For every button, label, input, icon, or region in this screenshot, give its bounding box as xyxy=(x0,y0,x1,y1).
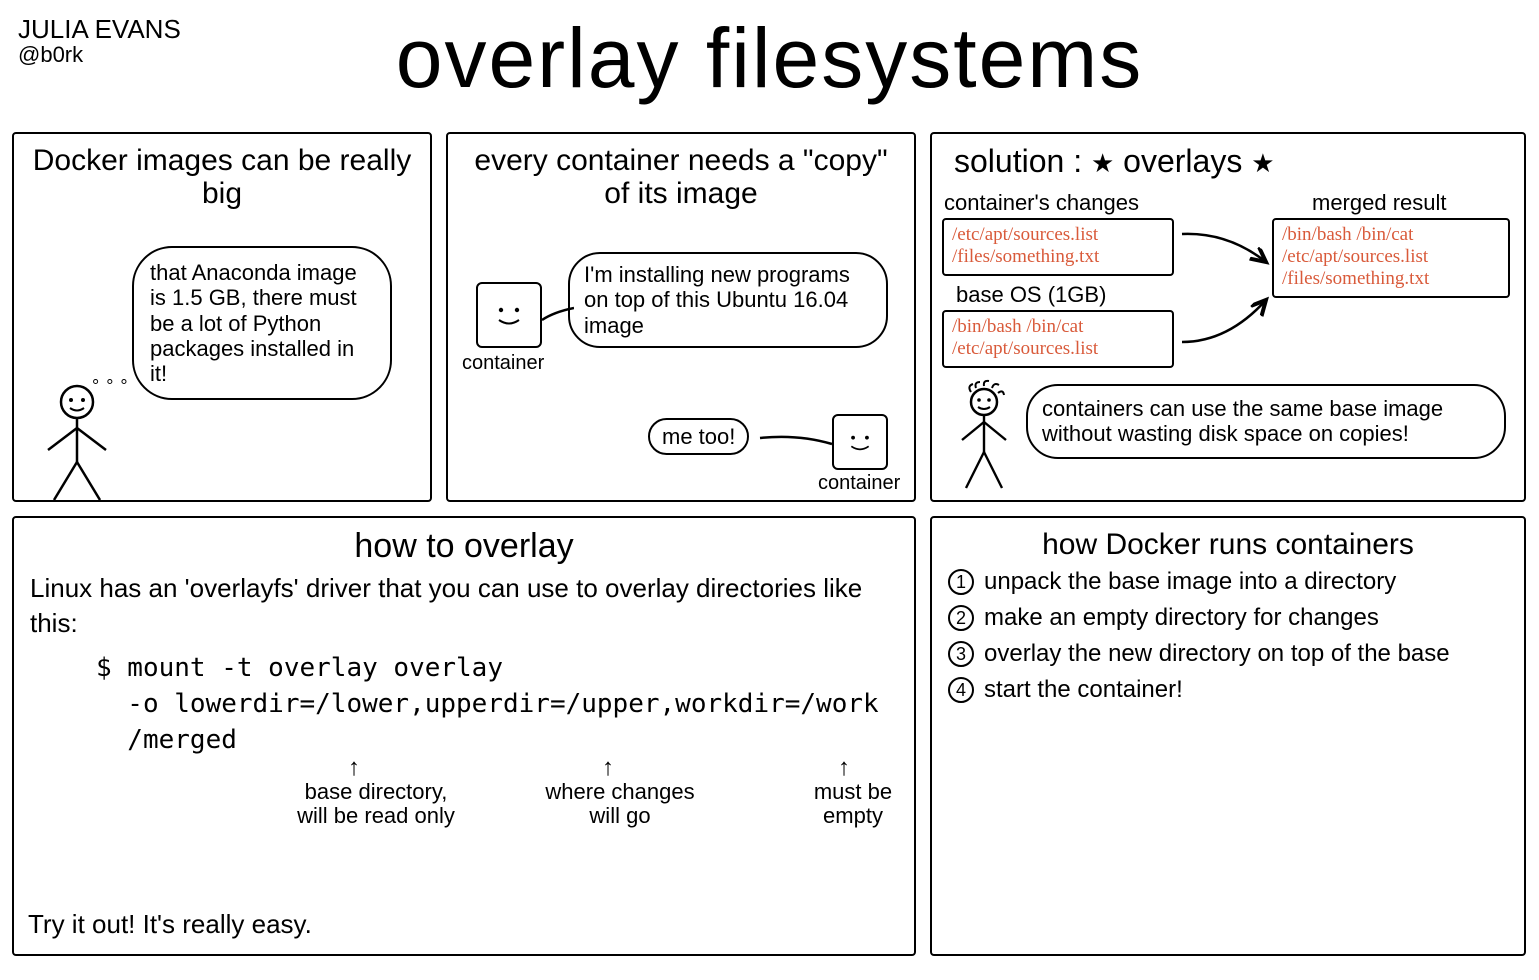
panel3-title-word: overlays xyxy=(1123,143,1242,179)
anno-lowerdir: base directory, will be read only xyxy=(276,780,476,828)
speech-tail-icon xyxy=(758,430,838,454)
star-icon: ★ xyxy=(1091,148,1114,178)
arrow-up-icon: ↑ xyxy=(838,754,850,782)
panel1-title: Docker images can be really big xyxy=(26,144,418,210)
arrow-icon xyxy=(1178,228,1274,278)
container-icon xyxy=(476,282,542,348)
star-icon: ★ xyxy=(1251,148,1274,178)
container-label-1: container xyxy=(462,352,544,375)
anno-upperdir: where changes will go xyxy=(530,780,710,828)
panel2-speech1-text: I'm installing new programs on top of th… xyxy=(584,262,850,338)
step-1: 1 unpack the base image into a directory xyxy=(948,567,1508,597)
panel1-thought-text: that Anaconda image is 1.5 GB, there mus… xyxy=(150,260,357,386)
step-number-icon: 4 xyxy=(948,677,974,703)
panel2-title: every container needs a "copy" of its im… xyxy=(460,144,902,210)
panel5-title: how Docker runs containers xyxy=(944,528,1512,561)
changes-label: container's changes xyxy=(944,190,1139,216)
panel4-title: how to overlay xyxy=(26,528,902,565)
step-number-icon: 3 xyxy=(948,641,974,667)
arrow-icon xyxy=(1178,294,1274,354)
step-number-icon: 2 xyxy=(948,605,974,631)
stick-figure-icon xyxy=(42,384,112,509)
panel3-title-prefix: solution : xyxy=(954,143,1091,179)
panel3-title: solution : ★ overlays ★ xyxy=(944,144,1512,179)
panel4-intro: Linux has an 'overlayfs' driver that you… xyxy=(30,571,898,641)
step-3-text: overlay the new directory on top of the … xyxy=(984,639,1450,669)
step-4-text: start the container! xyxy=(984,675,1183,705)
panel-docker-images-big: Docker images can be really big ° ° ° th… xyxy=(12,132,432,502)
step-2-text: make an empty directory for changes xyxy=(984,603,1379,633)
step-number-icon: 1 xyxy=(948,569,974,595)
container-icon xyxy=(832,414,888,470)
panel-solution-overlays: solution : ★ overlays ★ container's chan… xyxy=(930,132,1526,502)
cmd-line-2: -o lowerdir=/lower,upperdir=/upper,workd… xyxy=(96,686,902,722)
panel3-note-bubble: containers can use the same base image w… xyxy=(1026,384,1506,459)
stick-figure-icon xyxy=(954,384,1024,499)
panel4-outro: Try it out! It's really easy. xyxy=(28,907,312,942)
merged-files-box: /bin/bash /bin/cat /etc/apt/sources.list… xyxy=(1272,218,1510,298)
speech-bubble-2: me too! xyxy=(648,418,749,455)
step-4: 4 start the container! xyxy=(948,675,1508,705)
thought-dots-icon: ° ° ° xyxy=(92,376,129,397)
merged-label: merged result xyxy=(1312,190,1447,216)
base-files-box: /bin/bash /bin/cat /etc/apt/sources.list xyxy=(942,310,1174,368)
speech-tail-icon xyxy=(540,304,574,324)
cmd-line-3: /merged xyxy=(96,722,902,758)
step-2: 2 make an empty directory for changes xyxy=(948,603,1508,633)
thought-bubble: that Anaconda image is 1.5 GB, there mus… xyxy=(132,246,392,400)
author-handle: @b0rk xyxy=(18,43,181,66)
step-1-text: unpack the base image into a directory xyxy=(984,567,1396,597)
panel-how-to-overlay: how to overlay Linux has an 'overlayfs' … xyxy=(12,516,916,956)
cmd-line-1: $ mount -t overlay overlay xyxy=(96,650,902,686)
page-title: overlay filesystems xyxy=(12,8,1527,100)
step-3: 3 overlay the new directory on top of th… xyxy=(948,639,1508,669)
header: JULIA EVANS @b0rk overlay filesystems xyxy=(12,8,1527,128)
anno-workdir: must be empty xyxy=(788,780,918,828)
author-name: JULIA EVANS xyxy=(18,16,181,43)
author-block: JULIA EVANS @b0rk xyxy=(18,16,181,66)
panel-every-container-copy: every container needs a "copy" of its im… xyxy=(446,132,916,502)
container-label-2: container xyxy=(818,472,900,495)
speech-bubble-1: I'm installing new programs on top of th… xyxy=(568,252,888,348)
panel-how-docker-runs: how Docker runs containers 1 unpack the … xyxy=(930,516,1526,956)
panel3-note-text: containers can use the same base image w… xyxy=(1042,396,1443,446)
panel2-speech2-text: me too! xyxy=(662,424,735,449)
arrow-up-icon: ↑ xyxy=(602,754,614,782)
base-label: base OS (1GB) xyxy=(956,282,1106,308)
mount-command-block: $ mount -t overlay overlay -o lowerdir=/… xyxy=(96,650,902,759)
changes-files-box: /etc/apt/sources.list /files/something.t… xyxy=(942,218,1174,276)
arrow-up-icon: ↑ xyxy=(348,754,360,782)
